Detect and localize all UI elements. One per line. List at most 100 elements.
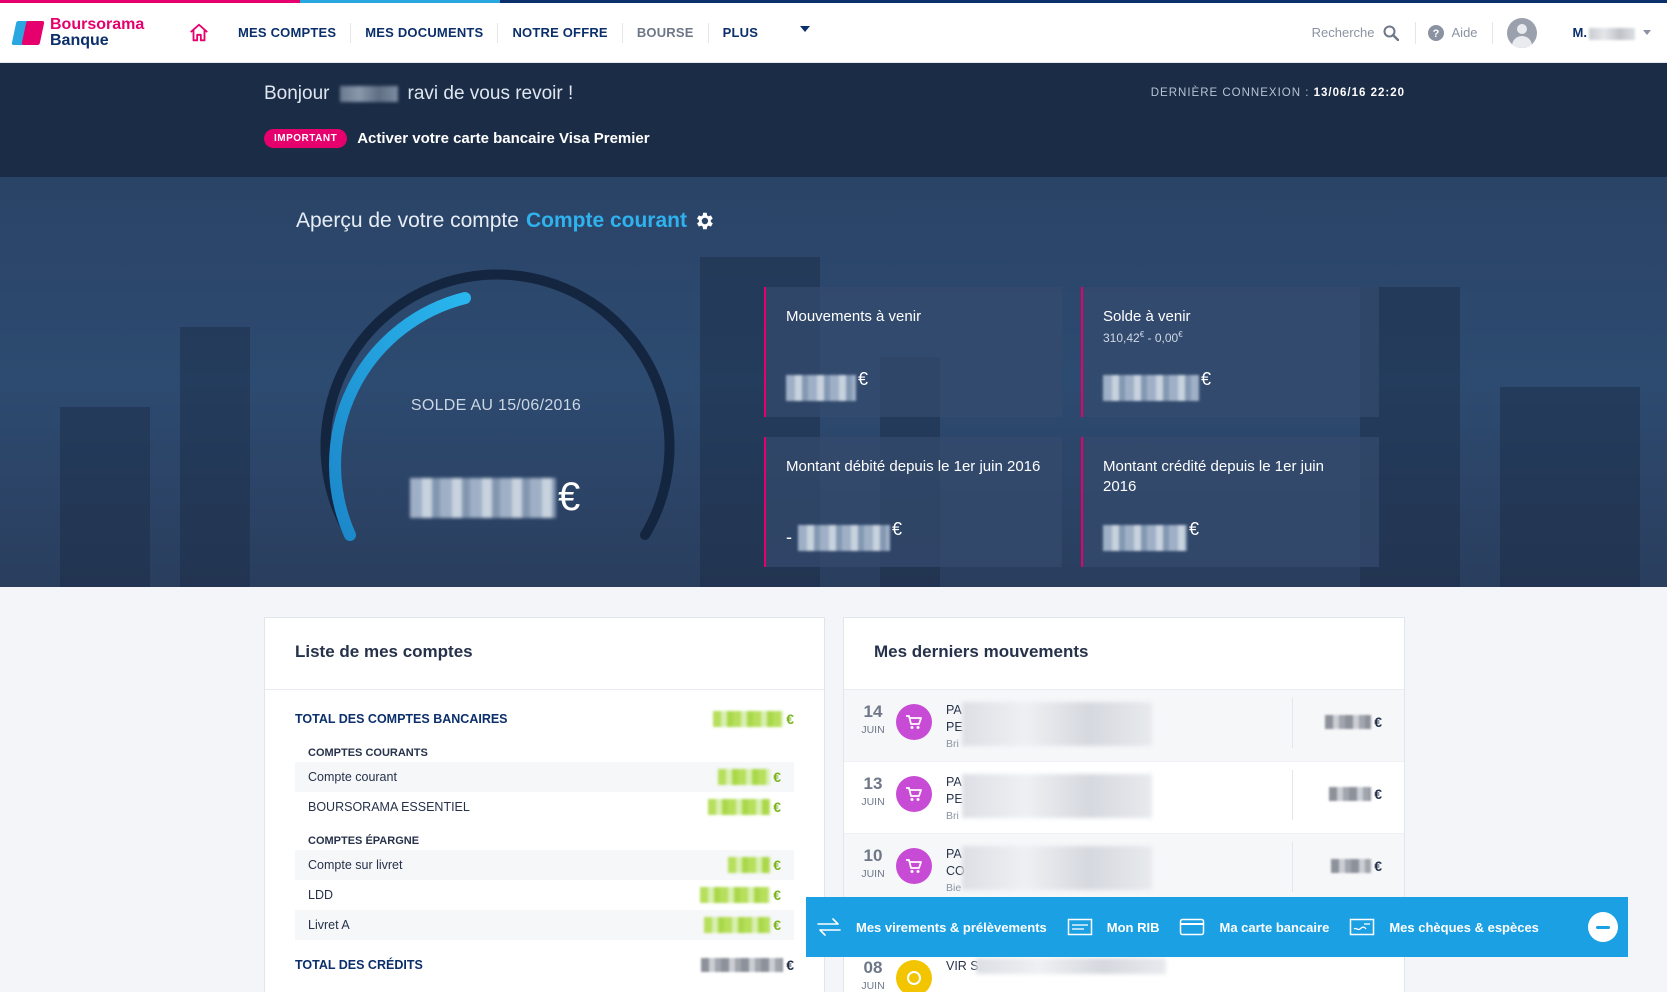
- cheques-label: Mes chèques & espèces: [1389, 919, 1539, 935]
- card-title: Mouvements à venir: [786, 308, 922, 325]
- total-bank-amount: €: [713, 711, 794, 727]
- nav-plus[interactable]: PLUS: [707, 22, 772, 43]
- movement-line-1: VIR S: [946, 959, 979, 973]
- card-amount: €: [1103, 519, 1199, 551]
- movement-month: JUIN: [861, 724, 885, 736]
- brand-mark-icon: [11, 18, 45, 48]
- svg-text:?: ?: [1432, 28, 1439, 40]
- total-bank-accounts[interactable]: TOTAL DES COMPTES BANCAIRES €: [265, 704, 824, 734]
- divider: [1491, 21, 1493, 44]
- greeting-hello: Bonjour: [264, 83, 330, 104]
- currency-symbol: €: [773, 887, 781, 903]
- account-selector[interactable]: Compte courant: [526, 209, 687, 233]
- redacted-amount: [708, 799, 771, 815]
- card-credited[interactable]: Montant crédité depuis le 1er juin 2016 …: [1081, 437, 1379, 567]
- movement-line-2: PE: [946, 792, 963, 806]
- group-savings-accounts: COMPTES ÉPARGNE: [308, 835, 420, 847]
- city-backdrop: [1500, 387, 1640, 587]
- redacted-amount: [410, 477, 556, 518]
- rib-label: Mon RIB: [1106, 919, 1160, 935]
- movement-description: VIR S: [946, 958, 979, 975]
- search-label[interactable]: Recherche: [1312, 25, 1375, 40]
- nav-bourse[interactable]: BOURSE: [621, 22, 708, 43]
- account-overview: Aperçu de votre compte Compte courant SO…: [0, 177, 1667, 587]
- search-icon[interactable]: [1383, 25, 1399, 41]
- currency-symbol: €: [1189, 519, 1200, 539]
- card-amount: €: [786, 369, 868, 401]
- cheque-icon: [1350, 918, 1375, 936]
- avatar[interactable]: [1506, 17, 1537, 48]
- currency-symbol: €: [1374, 786, 1382, 802]
- card-title: Montant crédité depuis le 1er juin 2016: [1103, 458, 1324, 495]
- redacted-amount: [700, 887, 771, 903]
- collapse-bar-button[interactable]: [1588, 912, 1618, 942]
- cheques-button[interactable]: Mes chèques & espèces: [1349, 917, 1539, 937]
- movement-day: 10: [863, 846, 883, 865]
- cart-icon: [896, 704, 932, 740]
- redacted-amount: [786, 375, 856, 401]
- last-login: DERNIÈRE CONNEXION : 13/06/16 22:20: [1151, 87, 1405, 99]
- account-name: Compte courant: [308, 770, 397, 784]
- greeting-rest: ravi de vous revoir !: [407, 83, 574, 104]
- currency-symbol: €: [773, 799, 781, 815]
- greeting-text: Bonjour ravi de vous revoir !: [264, 83, 573, 105]
- account-name: BOURSORAMA ESSENTIEL: [308, 800, 470, 814]
- redacted-amount: [1331, 859, 1372, 873]
- account-row[interactable]: Compte courant €: [295, 762, 794, 792]
- home-icon[interactable]: [188, 22, 210, 44]
- card-debited[interactable]: Montant débité depuis le 1er juin 2016 -…: [764, 437, 1062, 567]
- transfer-arrows-icon: [817, 918, 841, 936]
- brand-logo[interactable]: Boursorama Banque: [11, 16, 164, 49]
- activate-card-link[interactable]: Activer votre carte bancaire Visa Premie…: [357, 130, 649, 147]
- redacted-amount: [1103, 375, 1199, 401]
- account-name: Livret A: [308, 918, 350, 932]
- account-row[interactable]: Compte sur livret €: [295, 850, 794, 880]
- movement-day: 14: [863, 702, 883, 721]
- movement-month: JUIN: [861, 980, 885, 992]
- help-icon[interactable]: ?: [1427, 24, 1444, 41]
- movement-description: PA PE Bri: [946, 702, 963, 753]
- redacted-text: [962, 774, 1152, 818]
- chevron-down-icon[interactable]: [800, 25, 811, 32]
- card-amount: €: [1103, 369, 1211, 401]
- main-menu: MES COMPTES MES DOCUMENTS NOTRE OFFRE BO…: [224, 3, 772, 62]
- card-upcoming-movements[interactable]: Mouvements à venir €: [764, 287, 1062, 417]
- sub-value-b: 0,00: [1154, 331, 1179, 345]
- account-row[interactable]: BOURSORAMA ESSENTIEL €: [295, 792, 794, 822]
- movement-row[interactable]: 10 JUIN PA CO Bie €: [844, 834, 1404, 906]
- transfers-button[interactable]: Mes virements & prélèvements: [816, 917, 1047, 937]
- bank-card-button[interactable]: Ma carte bancaire: [1179, 917, 1329, 937]
- chevron-down-icon[interactable]: [1643, 30, 1651, 35]
- credit-card-icon: [1180, 918, 1205, 936]
- currency-symbol: €: [1201, 369, 1212, 389]
- important-badge: IMPORTANT: [264, 129, 348, 148]
- minus-icon: [1596, 925, 1610, 929]
- group-current-accounts: COMPTES COURANTS: [308, 747, 428, 759]
- nav-mes-comptes[interactable]: MES COMPTES: [224, 23, 350, 43]
- rib-document-icon: [1067, 918, 1093, 936]
- movement-row[interactable]: 14 JUIN PA PE Bri €: [844, 690, 1404, 762]
- nav-notre-offre[interactable]: NOTRE OFFRE: [497, 22, 621, 43]
- greeting-banner: Bonjour ravi de vous revoir ! DERNIÈRE C…: [0, 63, 1667, 177]
- card-upcoming-balance[interactable]: Solde à venir 310,42€ - 0,00€ €: [1081, 287, 1379, 417]
- movement-line-1: PA: [946, 703, 962, 717]
- rib-button[interactable]: Mon RIB: [1067, 917, 1160, 937]
- account-amount: €: [700, 887, 781, 903]
- accounts-title: Liste de mes comptes: [265, 618, 824, 690]
- help-link[interactable]: Aide: [1452, 25, 1478, 40]
- redacted-amount: [728, 857, 771, 873]
- gear-icon[interactable]: [693, 210, 715, 232]
- account-row[interactable]: Livret A €: [295, 910, 794, 940]
- movement-row[interactable]: 13 JUIN PA PE Bri €: [844, 762, 1404, 834]
- card-amount: - €: [786, 519, 902, 551]
- account-name: Compte sur livret: [308, 858, 403, 872]
- balance-date-label: SOLDE AU 15/06/2016: [410, 397, 582, 414]
- bank-card-label: Ma carte bancaire: [1219, 919, 1330, 935]
- user-name[interactable]: M.: [1573, 25, 1635, 40]
- nav-mes-documents[interactable]: MES DOCUMENTS: [350, 22, 497, 43]
- movement-line-3: Bri: [946, 810, 959, 822]
- top-navigation: Boursorama Banque MES COMPTES MES DOCUME…: [0, 3, 1667, 63]
- account-row[interactable]: LDD €: [295, 880, 794, 910]
- total-credits[interactable]: TOTAL DES CRÉDITS €: [265, 950, 824, 980]
- balance-gauge: [320, 269, 675, 541]
